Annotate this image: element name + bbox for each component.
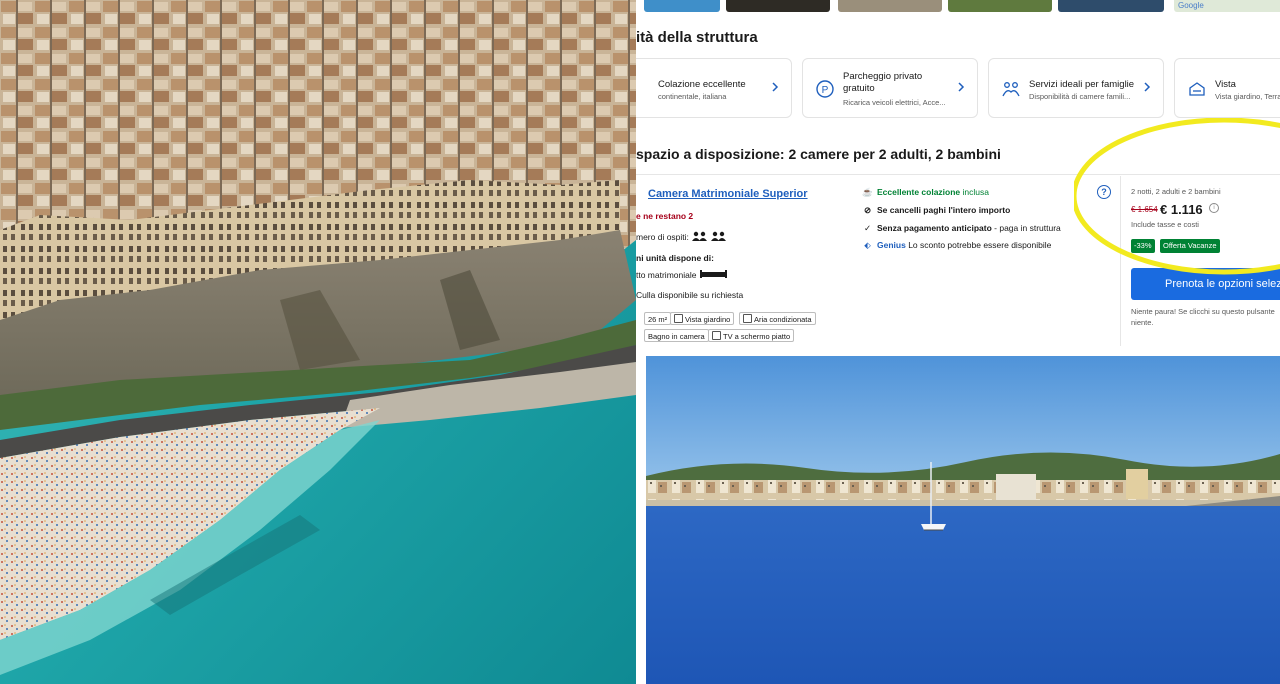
parking-icon: P: [816, 80, 834, 98]
thumbnail-garden[interactable]: [948, 0, 1052, 12]
sea-town-photo: [646, 356, 1280, 684]
current-price: € 1.116: [1160, 202, 1203, 217]
feature-title: Vista: [1215, 79, 1236, 90]
bed-icon: [699, 270, 727, 278]
svg-text:P: P: [822, 85, 829, 96]
old-price: € 1.654: [1131, 205, 1158, 214]
family-icon: [1002, 82, 1020, 97]
booking-note-2: niente.: [1131, 318, 1154, 327]
genius-condition: ⬖ Genius Lo sconto potrebbe essere dispon…: [862, 240, 1051, 251]
tv-icon: [712, 331, 721, 340]
discount-badge: -33%: [1131, 239, 1155, 253]
feature-card-parking[interactable]: P Parcheggio privato gratuito Ricarica v…: [802, 58, 978, 118]
booking-panel: Google ità della struttura Colazione ecc…: [636, 0, 1280, 356]
feature-card-breakfast[interactable]: Colazione eccellente continentale, itali…: [636, 58, 792, 118]
taxes-note: Include tasse e costi: [1131, 220, 1199, 229]
chevron-right-icon: [1144, 82, 1151, 92]
guests-label: mero di ospiti:: [636, 231, 727, 242]
map-label: Google: [1178, 1, 1204, 10]
guests-icon: [692, 231, 727, 241]
coffee-icon: ☕: [862, 187, 873, 197]
map-thumbnail[interactable]: Google: [1174, 0, 1280, 12]
thumbnail-pool[interactable]: [644, 0, 720, 12]
book-button[interactable]: Prenota le opzioni selezionate: [1131, 268, 1280, 300]
breakfast-condition: ☕ Eccellente colazione inclusa: [862, 187, 989, 197]
feature-subtitle: Disponibilità di camere famili...: [1029, 92, 1131, 101]
feature-card-family[interactable]: Servizi ideali per famiglie Disponibilit…: [988, 58, 1164, 118]
cancel-condition: ⊘ Se cancelli paghi l'intero importo: [863, 205, 1011, 215]
photo-thumbnails: Google: [644, 0, 1280, 12]
unit-label: ni unità dispone di:: [636, 253, 714, 263]
feature-title: Servizi ideali per famiglie: [1029, 79, 1135, 90]
amenity-bathroom: Bagno in camera: [644, 329, 709, 342]
view-icon: [674, 314, 683, 323]
feature-title: Colazione eccellente: [658, 79, 746, 90]
column-divider: [1120, 176, 1121, 346]
help-icon[interactable]: ?: [1097, 185, 1111, 199]
aerial-town-photo: [0, 0, 636, 684]
amenity-air-conditioning: Aria condizionata: [739, 312, 816, 325]
feature-subtitle: Ricarica veicoli elettrici, Acce...: [843, 98, 946, 107]
feature-title: Parcheggio privato gratuito: [843, 71, 923, 94]
info-icon[interactable]: i: [1209, 203, 1219, 213]
feature-card-view[interactable]: Vista Vista giardino, Terra: [1174, 58, 1280, 118]
stay-summary: 2 notti, 2 adulti e 2 bambini: [1131, 187, 1221, 196]
thumbnail-room[interactable]: [726, 0, 830, 12]
deal-badge: Offerta Vacanze: [1160, 239, 1220, 253]
thumbnail-interior[interactable]: [838, 0, 942, 12]
section-title: ità della struttura: [636, 29, 758, 46]
prepay-condition: ✓ Senza pagamento anticipato - paga in st…: [863, 223, 1061, 233]
thumbnail-view[interactable]: [1058, 0, 1164, 12]
booking-note: Niente paura! Se clicchi su questo pulsa…: [1131, 307, 1275, 316]
amenity-size: 26 m²: [644, 312, 672, 325]
scarcity-text: e ne restano 2: [636, 211, 694, 221]
snowflake-icon: [743, 314, 752, 323]
chevron-right-icon: [958, 82, 965, 92]
rooms-title: spazio a disposizione: 2 camere per 2 ad…: [636, 146, 1001, 162]
bed-info: tto matrimoniale: [636, 270, 729, 280]
policy-icon: ⊘: [863, 205, 872, 215]
view-icon: [1189, 82, 1205, 96]
amenity-garden-view: Vista giardino: [670, 312, 735, 325]
tag-icon: ⬖: [864, 240, 871, 250]
check-icon: ✓: [863, 223, 872, 233]
feature-subtitle: Vista giardino, Terra: [1215, 92, 1280, 101]
crib-info: Culla disponibile su richiesta: [636, 290, 744, 300]
amenity-tv: TV a schermo piatto: [708, 329, 795, 342]
room-name-link[interactable]: Camera Matrimoniale Superior: [648, 188, 808, 200]
feature-subtitle: continentale, italiana: [658, 92, 727, 101]
chevron-right-icon: [772, 82, 779, 92]
